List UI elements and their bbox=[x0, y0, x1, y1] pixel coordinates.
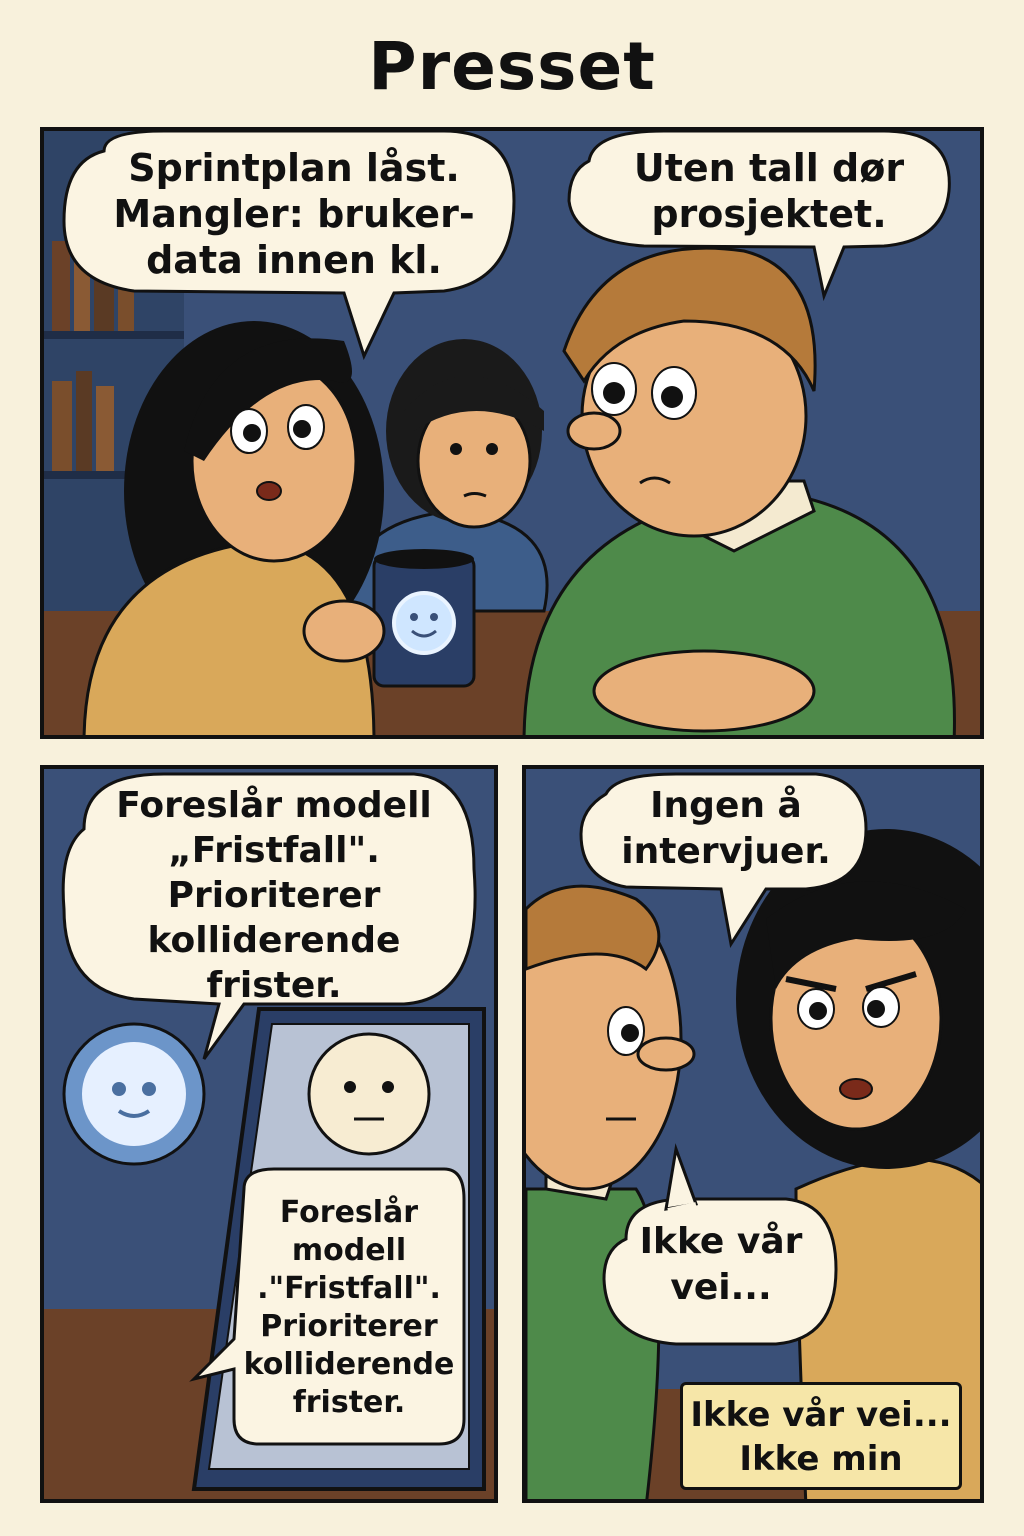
speech-bubble-assistant-text: Foreslår modell „Fristfall". Prioriterer… bbox=[116, 785, 432, 1006]
caption-box: Ikke vår vei... Ikke min bbox=[680, 1382, 962, 1490]
speech-bubble-left: Sprintplan låst. Mangler: bruker- data i… bbox=[84, 145, 504, 283]
tablet-screen-text-content: Foreslår modell ."Fristfall". Prioritere… bbox=[243, 1195, 455, 1420]
speech-bubble-top-text: Ingen å intervjuer. bbox=[621, 785, 831, 872]
panel-1: Sprintplan låst. Mangler: bruker- data i… bbox=[40, 127, 984, 739]
speech-bubble-left-text: Sprintplan låst. Mangler: bruker- data i… bbox=[113, 146, 475, 282]
comic-title: Presset bbox=[368, 28, 656, 105]
speech-bubble-right: Uten tall dør prosjektet. bbox=[589, 145, 949, 237]
panel-2: Foreslår modell „Fristfall". Prioriterer… bbox=[40, 765, 498, 1503]
right-man bbox=[522, 246, 956, 735]
speech-bubble-assistant: Foreslår modell „Fristfall". Prioriterer… bbox=[74, 783, 474, 1008]
tablet-screen-text: Foreslår modell ."Fristfall". Prioritere… bbox=[239, 1194, 459, 1422]
speech-bubble-right-text: Uten tall dør prosjektet. bbox=[633, 146, 905, 236]
speech-bubble-bottom-text: Ikke vår vei... bbox=[639, 1221, 803, 1308]
speech-bubble-bottom: Ikke vår vei... bbox=[606, 1219, 836, 1311]
assistant-orb bbox=[62, 1022, 206, 1166]
speech-bubble-top: Ingen å intervjuer. bbox=[586, 783, 866, 875]
